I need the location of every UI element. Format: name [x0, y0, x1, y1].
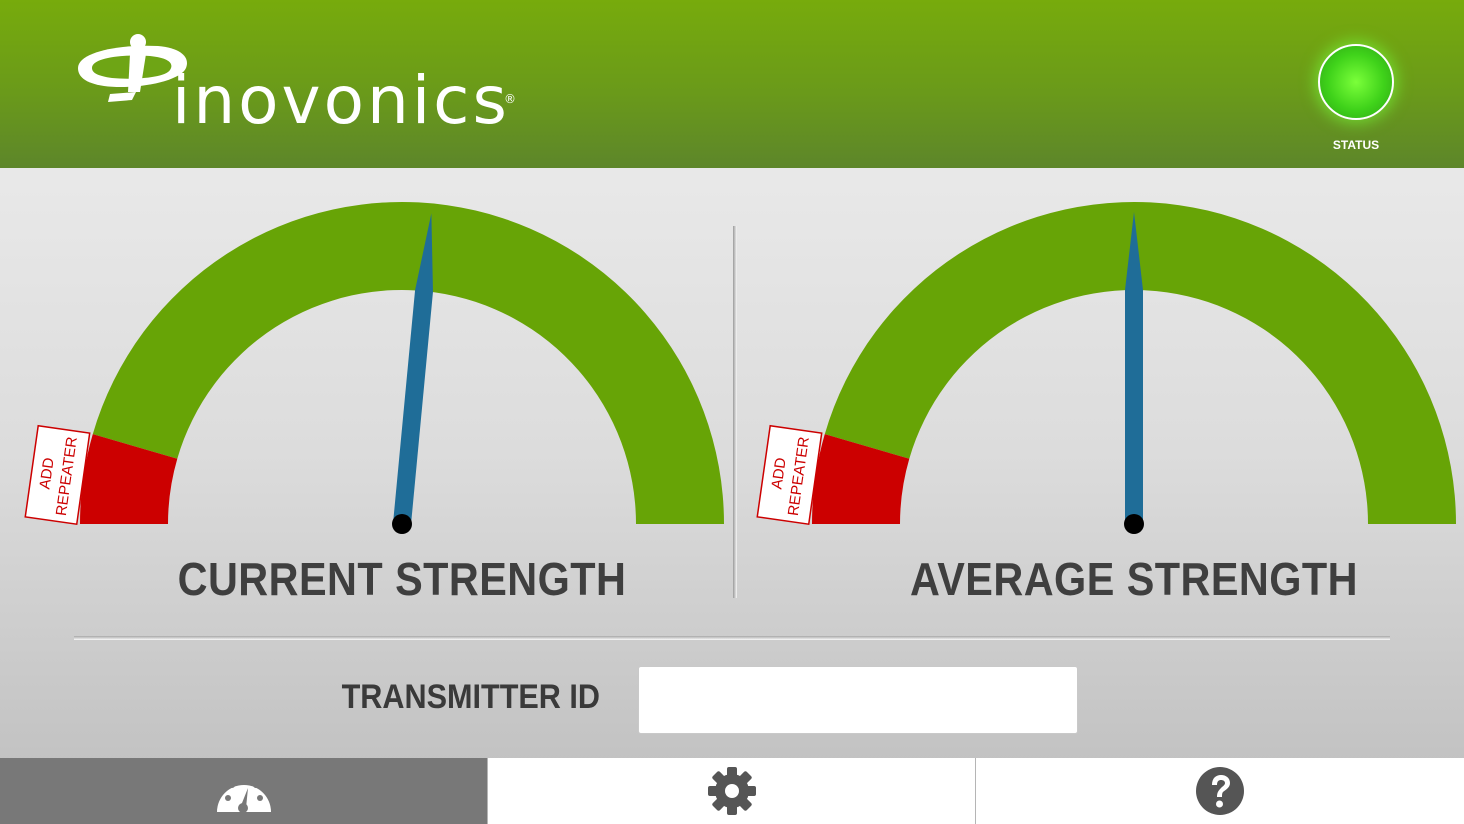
status-label: STATUS: [1332, 138, 1380, 152]
current-strength-gauge: ADD REPEATER: [24, 202, 725, 534]
tab-gauge[interactable]: [0, 758, 487, 824]
gauges-area: ADD REPEATER ADD REPEATER: [24, 202, 1456, 534]
gear-icon: [707, 767, 756, 815]
bottom-tab-bar: [0, 758, 1464, 824]
help-icon: [1196, 767, 1244, 815]
transmitter-id-label: TRANSMITTER ID: [341, 678, 600, 716]
app-header: inovonics ® STATUS: [0, 0, 1464, 168]
gauge-pivot: [392, 514, 412, 534]
gauge-pivot: [1124, 514, 1144, 534]
gauge-icon: [216, 776, 271, 813]
add-repeater-label: ADD REPEATER: [756, 424, 823, 526]
current-strength-title: CURRENT STRENGTH: [177, 553, 627, 605]
status-indicator: [1318, 44, 1394, 120]
vertical-divider: [733, 226, 737, 598]
brand-name: inovonics: [172, 62, 510, 139]
horizontal-divider: [74, 636, 1390, 640]
tab-settings[interactable]: [487, 758, 975, 824]
average-strength-title: AVERAGE STRENGTH: [909, 553, 1359, 605]
transmitter-id-input[interactable]: [638, 666, 1078, 734]
average-strength-gauge: ADD REPEATER: [756, 202, 1456, 534]
tab-help[interactable]: [975, 758, 1464, 824]
registered-mark: ®: [504, 92, 516, 106]
add-repeater-label: ADD REPEATER: [24, 424, 91, 526]
